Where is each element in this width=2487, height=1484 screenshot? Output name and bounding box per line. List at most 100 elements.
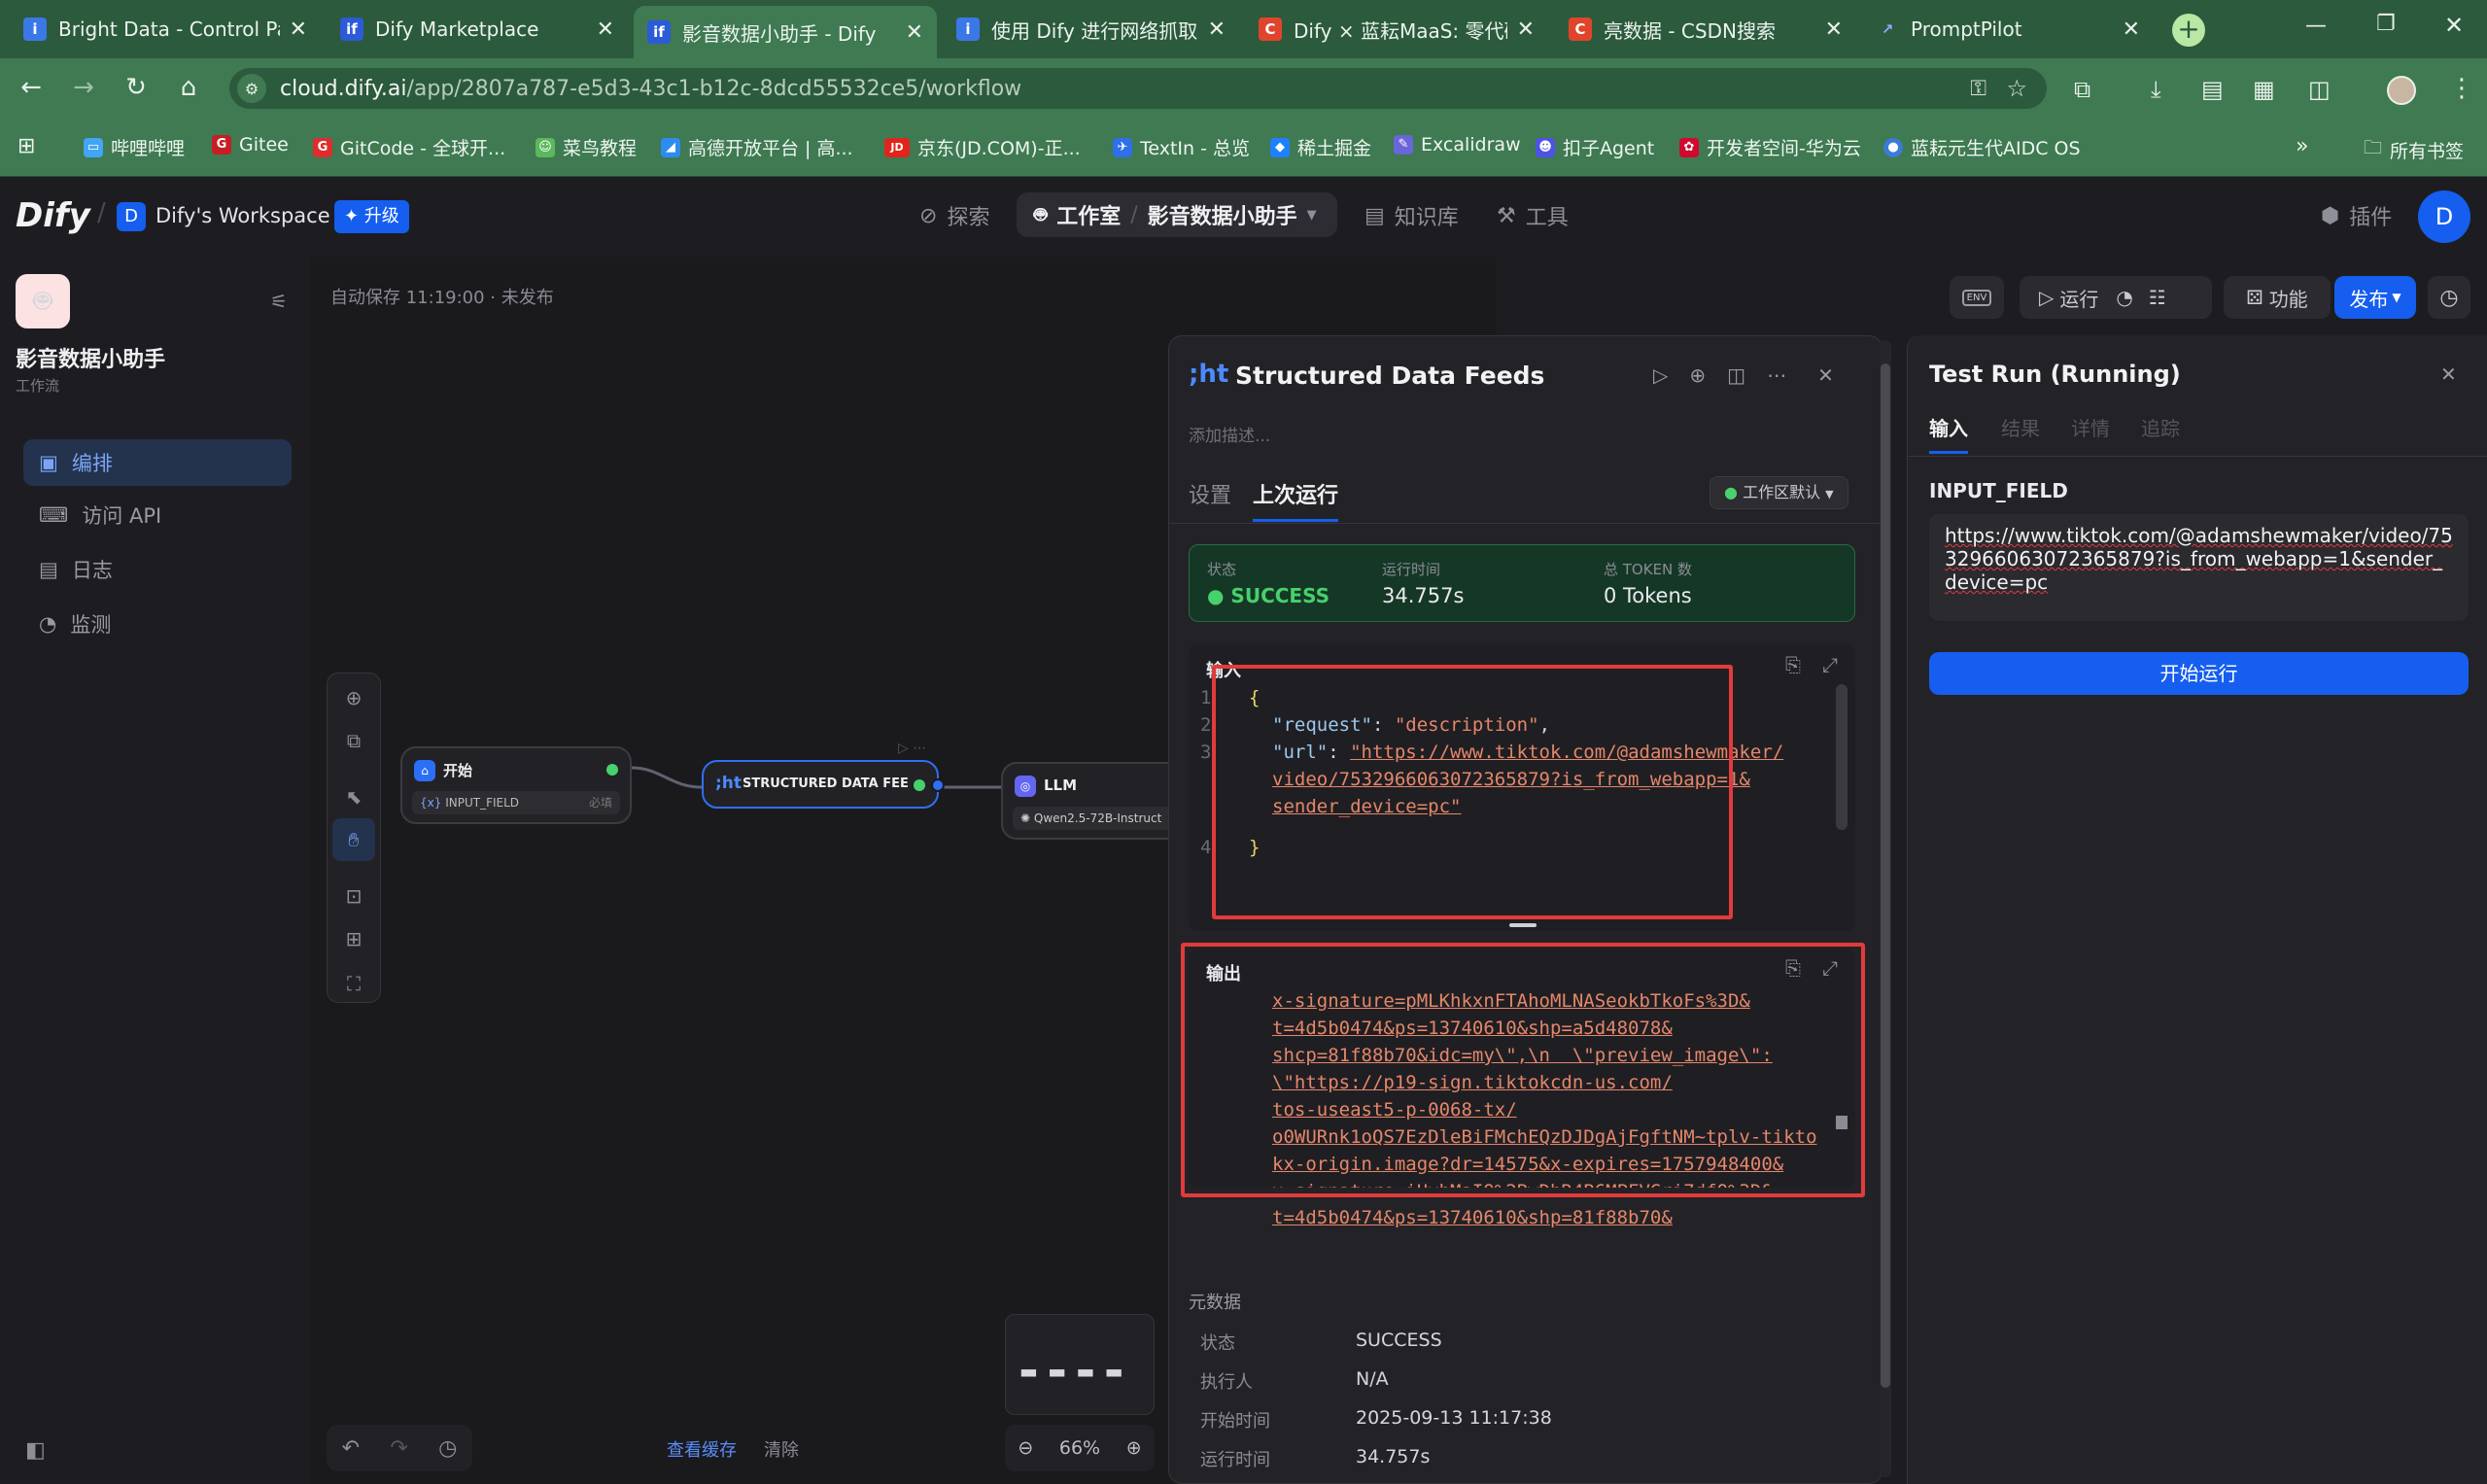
close-icon[interactable]: ✕ [2440,362,2457,386]
close-icon[interactable]: ✕ [2123,17,2140,42]
url-bar[interactable]: ⚙ cloud.dify.ai/app/2807a787-e5d3-43c1-b… [229,68,2047,109]
tab-input[interactable]: 输入 [1929,413,1968,454]
restore-icon[interactable]: ❐ [2376,12,2396,36]
input-field-textarea[interactable]: https://www.tiktok.com/@adamshewmaker/vi… [1929,514,2469,621]
bookmark-item[interactable]: ◢ 高德开放平台 | 高... [661,134,853,160]
nav-knowledge[interactable]: ▤ 知识库 [1364,200,1459,231]
zoom-out-icon[interactable]: ⊖ [1018,1437,1033,1459]
close-icon[interactable]: ✕ [290,17,307,42]
zoom-level[interactable]: 66% [1059,1437,1100,1459]
tab-trace[interactable]: 追踪 [2141,413,2180,441]
scrollbar[interactable] [1836,684,1848,830]
nav-explore[interactable]: ⊘ 探索 [919,200,989,231]
start-run-button[interactable]: 开始运行 [1929,652,2469,695]
window-close-icon[interactable]: ✕ [2444,12,2464,39]
dify-logo[interactable]: Dify [16,196,90,235]
bookmark-item[interactable]: ◆ 稀土掘金 [1270,134,1371,160]
site-info-icon[interactable]: ⚙ [237,74,266,103]
resize-handle[interactable] [1509,923,1537,927]
new-tab-button[interactable]: + [2172,14,2205,47]
features-button[interactable]: ⚄ 功能 [2224,276,2331,319]
node-actions-icon[interactable]: ▷ ⋯ [898,741,926,756]
run-button[interactable]: 运行 [2059,284,2098,312]
download-icon[interactable]: ⤓ [2151,76,2161,103]
current-app-selector[interactable]: 影音数据小助手 [1148,199,1297,230]
all-bookmarks-folder[interactable]: 🗀 所有书签 [2364,134,2464,165]
undo-icon[interactable]: ↶ [342,1436,360,1461]
split-icon[interactable]: ◫ [1727,363,1745,387]
bookmark-item[interactable]: ☺ 菜鸟教程 [535,134,637,160]
bookmark-item[interactable]: ✈ TextIn - 总览 [1113,134,1250,160]
publish-button[interactable]: 发布 ▼ [2334,276,2416,319]
sidebar-item-api[interactable]: ⌨ 访问 API [23,492,292,538]
history-icon[interactable]: ◷ [438,1436,457,1461]
sidepanel-icon[interactable]: ◫ [2308,76,2331,103]
user-avatar[interactable]: D [2418,190,2470,243]
bookmark-item[interactable]: ● 蓝耘元生代AIDC OS [1883,134,2081,160]
sidebar-item-monitor[interactable]: ◔ 监测 [23,601,292,647]
tab-last-run[interactable]: 上次运行 [1253,478,1339,522]
browser-tab[interactable]: i 使用 Dify 进行网络抓取: ✕ [943,6,1239,52]
reload-icon[interactable]: ↻ [121,72,152,103]
more-bookmarks-icon[interactable]: » [2296,134,2308,158]
sidebar-item-logs[interactable]: ▤ 日志 [23,546,292,593]
browser-tab[interactable]: C Dify × 蓝耘MaaS: 零代码 ✕ [1245,6,1548,52]
bookmark-item[interactable]: JD 京东(JD.COM)-正... [884,134,1081,160]
extensions-icon[interactable]: ⧉ [2074,76,2090,103]
star-icon[interactable]: ☆ [2006,75,2027,102]
node-llm[interactable]: ◎ LLM ✺ Qwen2.5-72B-Instruct [1001,762,1178,840]
bookmark-item[interactable]: G GitCode - 全球开... [313,134,505,160]
copy-icon[interactable]: ⎘ [1785,956,1801,980]
close-icon[interactable]: ✕ [597,17,614,42]
upgrade-button[interactable]: ✦ 升级 [334,200,409,233]
bookmark-item[interactable]: G Gitee [212,134,289,155]
note-icon[interactable]: ⧉ [332,719,375,762]
tab-result[interactable]: 结果 [2001,413,2040,441]
profile-avatar[interactable] [2387,76,2416,105]
redo-icon[interactable]: ↷ [390,1436,407,1461]
pointer-icon[interactable]: ⬉ [332,776,375,818]
variables-icon[interactable]: ☷ [2149,286,2166,309]
organize-icon[interactable]: ⊞ [332,917,375,960]
copy-icon[interactable]: ⎘ [1785,653,1801,676]
checklist-icon[interactable]: ◔ [2116,286,2132,309]
clear-link[interactable]: 清除 [764,1436,799,1462]
close-icon[interactable]: ✕ [906,20,923,45]
description-input[interactable]: 添加描述... [1189,422,1270,446]
add-node-icon[interactable]: ⊕ [332,676,375,719]
workspace-default-select[interactable]: ● 工作区默认 ▼ [1710,476,1848,509]
browser-tab-active[interactable]: if 影音数据小助手 - Dify ✕ [634,6,937,58]
close-icon[interactable]: ✕ [1817,363,1834,387]
close-icon[interactable]: ✕ [1208,17,1226,42]
tab-detail[interactable]: 详情 [2071,413,2110,441]
node-structured-data-feeds[interactable]: ;ht STRUCTURED DATA FEEDS [702,760,945,809]
nav-studio[interactable]: 🤖︎ 工作室 / 影音数据小助手 ▼ [1017,192,1337,237]
sidebar-settings-icon[interactable]: ⚟ [270,290,288,313]
bookmark-item[interactable]: ✎ Excalidraw [1394,134,1521,155]
view-cache-link[interactable]: 查看缓存 [667,1436,737,1462]
node-start[interactable]: ⌂ 开始 {x} INPUT_FIELD 必填 [400,746,632,824]
export-image-icon[interactable]: ⊡ [332,875,375,917]
password-key-icon[interactable]: ⚿ [1970,77,1986,101]
more-icon[interactable]: ⋯ [1767,363,1786,387]
browser-tab[interactable]: i Bright Data - Control Pa ✕ [10,6,321,52]
run-node-icon[interactable]: ▷ [1653,363,1668,387]
node-handle[interactable] [931,778,945,792]
sidebar-item-orchestrate[interactable]: ▣ 编排 [23,439,292,486]
forward-icon[interactable]: → [68,72,99,103]
workspace-switcher[interactable]: Dify's Workspace ▼ [155,204,347,227]
browser-tab[interactable]: if Dify Marketplace ✕ [327,6,628,52]
close-icon[interactable]: ✕ [1517,17,1535,42]
browser-menu-icon[interactable]: ⋮ [2449,74,2474,103]
collapse-sidebar-icon[interactable]: ◧ [25,1438,46,1463]
fit-view-icon[interactable]: ⛶ [332,962,375,1005]
bookmark-item[interactable]: ▭ 哔哩哔哩 [84,134,185,160]
expand-icon[interactable]: ⤢ [1822,956,1838,980]
tab-settings[interactable]: 设置 [1189,478,1231,509]
panel-scrollbar-track[interactable] [1880,340,1891,1477]
minimize-icon[interactable]: — [2305,14,2327,38]
nav-tools[interactable]: ⚒ 工具 [1497,200,1569,231]
expand-icon[interactable]: ⤢ [1822,653,1838,676]
reading-mode-icon[interactable]: ▤ [2201,76,2224,103]
browser-tab[interactable]: ↗ PromptPilot ✕ [1862,6,2154,52]
